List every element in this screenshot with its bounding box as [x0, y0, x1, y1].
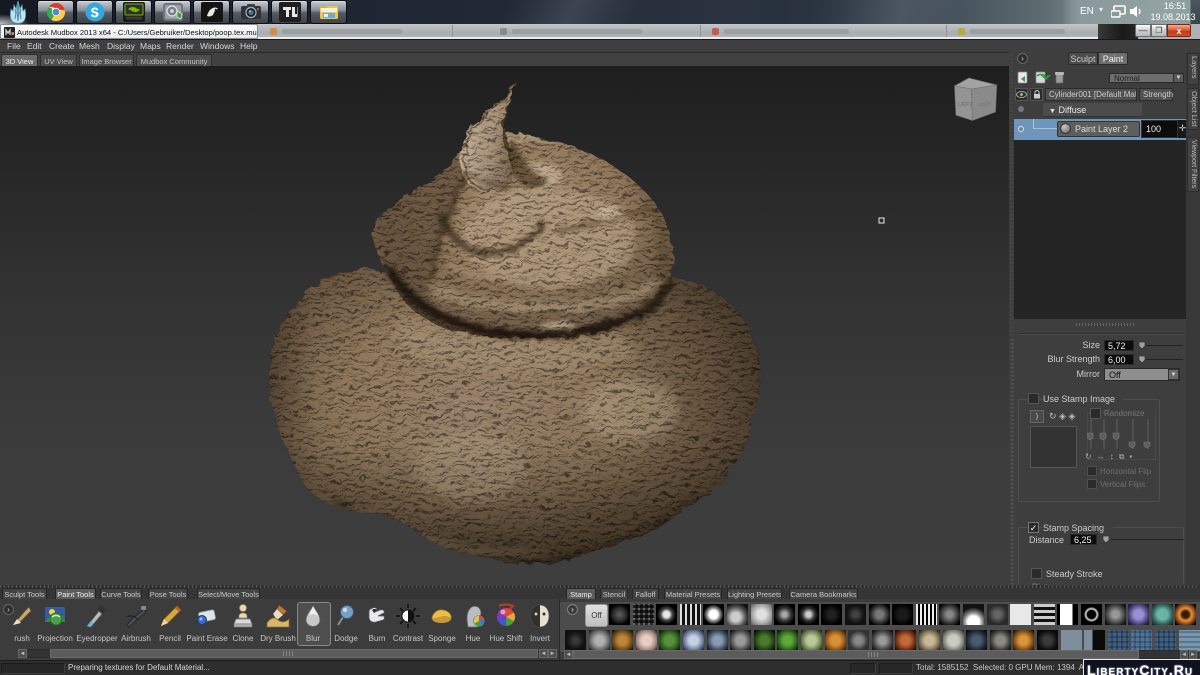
svg-text:LEFT: LEFT [958, 102, 973, 109]
